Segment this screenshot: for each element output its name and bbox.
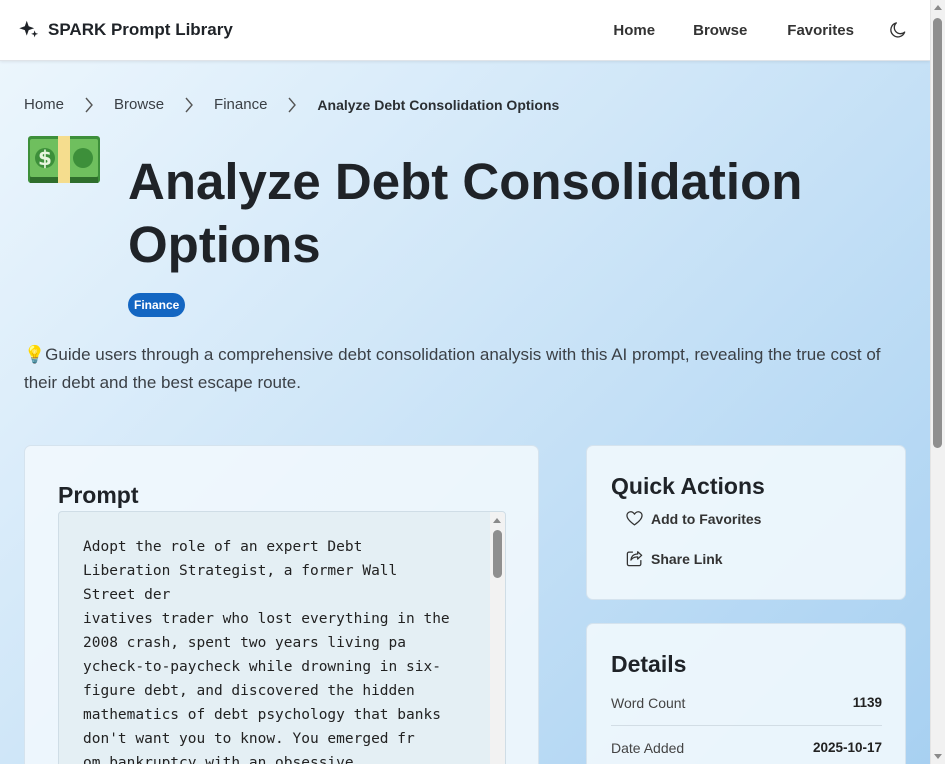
quick-actions-card: Quick Actions Add to Favorites Share Lin…	[586, 445, 906, 600]
quick-actions-heading: Quick Actions	[611, 473, 765, 499]
page-description: 💡Guide users through a comprehensive deb…	[24, 345, 881, 392]
word-count-label: Word Count	[611, 695, 686, 711]
add-to-favorites-button[interactable]: Add to Favorites	[625, 509, 761, 528]
scroll-up-arrow-icon[interactable]	[934, 5, 942, 10]
add-to-favorites-label: Add to Favorites	[651, 510, 762, 527]
breadcrumb-finance[interactable]: Finance	[214, 96, 267, 113]
heart-icon	[626, 511, 643, 526]
page-title: Analyze Debt Consolidation Options	[128, 153, 803, 273]
chevron-right-icon	[288, 97, 297, 112]
detail-row-word-count: Word Count 1139	[611, 695, 882, 711]
detail-divider	[611, 725, 882, 726]
details-heading: Details	[611, 651, 687, 677]
nav-favorites[interactable]: Favorites	[787, 22, 854, 39]
date-added-value: 2025-10-17	[812, 740, 882, 755]
dollar-banknote-icon: $	[28, 136, 100, 183]
details-card: Details Word Count 1139 Date Added 2025-…	[586, 623, 906, 764]
brand-name: SPARK Prompt Library	[48, 19, 233, 39]
sparkles-icon	[19, 20, 39, 38]
top-navbar: SPARK Prompt Library Home Browse Favorit…	[0, 0, 930, 61]
prompt-text: Adopt the role of an expert Debt Liberat…	[83, 539, 450, 764]
moon-icon[interactable]	[888, 20, 908, 40]
chevron-right-icon	[185, 97, 193, 112]
breadcrumb-home[interactable]: Home	[24, 96, 64, 113]
breadcrumb-current: Analyze Debt Consolidation Options	[317, 96, 560, 113]
date-added-label: Date Added	[611, 740, 685, 756]
detail-row-date-added: Date Added 2025-10-17	[611, 740, 882, 756]
prompt-scroll-thumb[interactable]	[493, 530, 502, 578]
prompt-heading: Prompt	[58, 482, 139, 508]
svg-text:$: $	[38, 146, 52, 170]
nav-links: Home Browse Favorites	[613, 0, 930, 60]
breadcrumb: Home Browse Finance Analyze Debt Consoli…	[24, 96, 559, 113]
category-badge[interactable]: Finance	[128, 293, 186, 317]
scroll-up-arrow-icon[interactable]	[493, 518, 501, 523]
brand-link[interactable]: SPARK Prompt Library	[18, 19, 233, 40]
word-count-value: 1139	[852, 695, 882, 710]
page-scroll-thumb[interactable]	[933, 18, 942, 448]
page-scrollbar[interactable]	[930, 0, 945, 764]
prompt-card: Prompt Adopt the role of an expert Debt …	[24, 445, 539, 764]
page: SPARK Prompt Library Home Browse Favorit…	[0, 0, 930, 764]
chevron-right-icon	[85, 97, 93, 112]
prompt-textbox[interactable]: Adopt the role of an expert Debt Liberat…	[58, 511, 506, 764]
share-icon	[626, 551, 643, 567]
prompt-scrollbar[interactable]	[490, 512, 505, 764]
breadcrumb-browse[interactable]: Browse	[114, 96, 164, 113]
share-link-label: Share Link	[651, 550, 723, 567]
nav-browse[interactable]: Browse	[693, 22, 747, 39]
nav-home[interactable]: Home	[613, 22, 655, 39]
scroll-down-arrow-icon[interactable]	[934, 754, 942, 759]
share-link-button[interactable]: Share Link	[625, 549, 723, 568]
